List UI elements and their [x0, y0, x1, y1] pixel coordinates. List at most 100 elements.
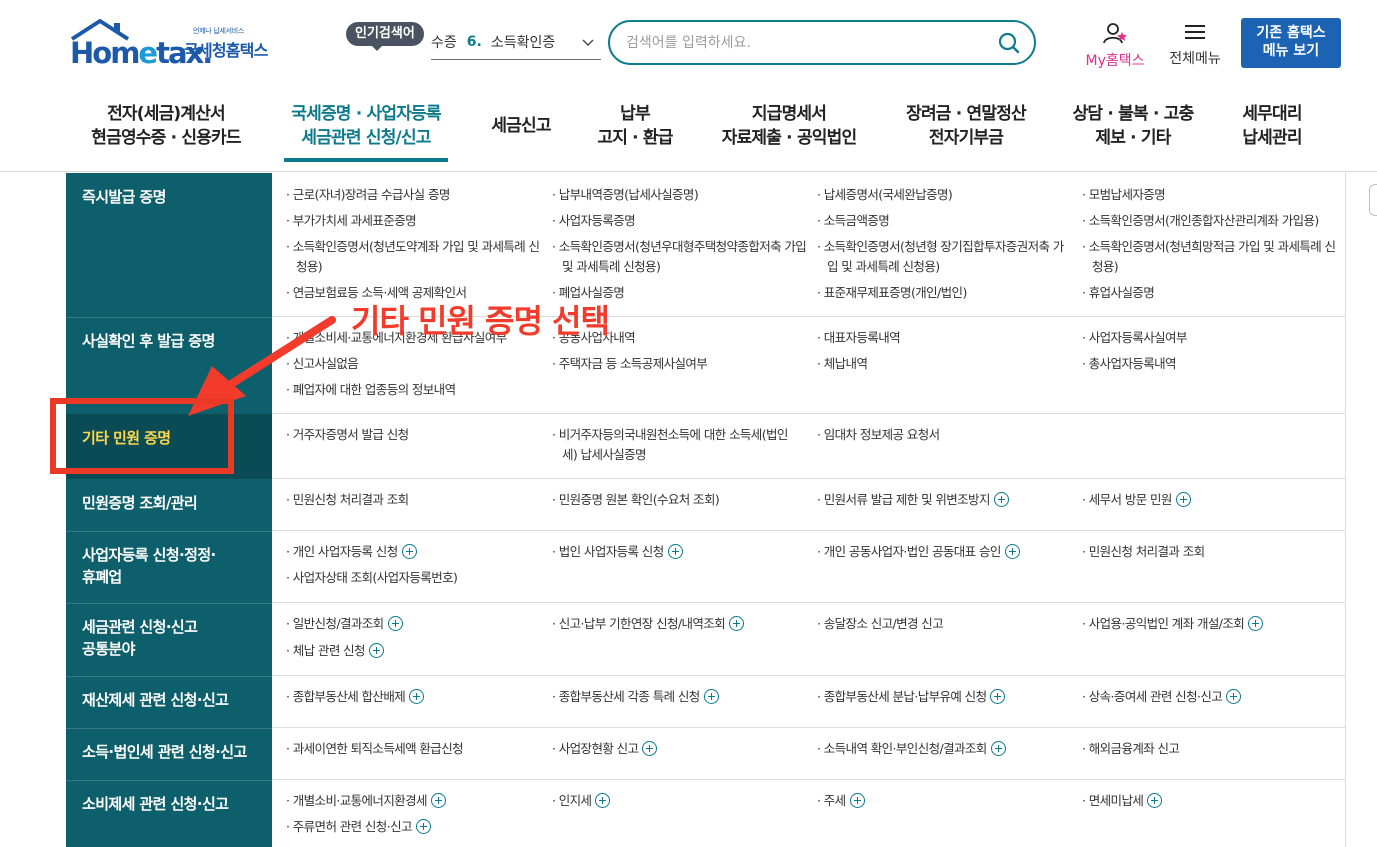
menu-link[interactable]: 민원증명 원본 확인(수요처 조회): [552, 490, 807, 510]
menu-link[interactable]: 소득확인증명서(청년형 장기집합투자증권저축 가입 및 과세특례 신청용): [817, 237, 1072, 277]
menu-link[interactable]: 거주자증명서 발급 신청: [286, 425, 541, 445]
expand-plus-icon[interactable]: [409, 689, 425, 704]
category-business-registration[interactable]: 사업자등록 신청·정정· 휴폐업: [66, 531, 272, 603]
menu-link[interactable]: 주류면허 관련 신청·신고: [286, 817, 541, 837]
menu-link[interactable]: 개별소비·교통에너지환경세: [286, 791, 541, 811]
expand-plus-icon[interactable]: [849, 793, 865, 808]
menu-link[interactable]: 종합부동산세 합산배제: [286, 687, 541, 707]
menu-link[interactable]: 면세미납세: [1082, 791, 1337, 811]
menu-link[interactable]: 신고·납부 기한연장 신청/내역조회: [552, 614, 812, 634]
category-civil-inquiry[interactable]: 민원증명 조회/관리: [66, 479, 272, 531]
menu-link[interactable]: 납세증명서(국세완납증명): [817, 185, 1072, 205]
menu-link[interactable]: 과세이연한 퇴직소득세액 환급신청: [286, 739, 541, 759]
menu-link[interactable]: 소득확인증명서(청년우대형주택청약종합저축 가입 및 과세특례 신청용): [552, 237, 807, 277]
menu-link[interactable]: 사업장현황 신고: [552, 739, 807, 759]
gnb-incentive-yearend[interactable]: 장려금 · 연말정산 전자기부금: [898, 102, 1034, 150]
expand-plus-icon[interactable]: [729, 616, 745, 631]
menu-link[interactable]: 소득확인증명서(청년도약계좌 가입 및 과세특례 신청용): [286, 237, 541, 277]
expand-plus-icon[interactable]: [368, 643, 384, 658]
menu-link[interactable]: 대표자등록내역: [817, 328, 1072, 348]
menu-link[interactable]: 총사업자등록내역: [1082, 354, 1337, 374]
expand-plus-icon[interactable]: [642, 741, 658, 756]
user-icon: [1103, 23, 1127, 44]
gnb-certificates[interactable]: 국세증명 · 사업자등록 세금관련 신청/신고: [284, 102, 448, 150]
menu-link[interactable]: 소득확인증명서(개인종합자산관리계좌 가입용): [1082, 211, 1344, 231]
category-income-corporate-tax[interactable]: 소득·법인세 관련 신청·신고: [66, 728, 272, 780]
expand-plus-icon[interactable]: [1175, 492, 1191, 507]
menu-link[interactable]: 사업자등록증명: [552, 211, 807, 231]
menu-link[interactable]: 종합부동산세 분납·납부유예 신청: [817, 687, 1079, 707]
menu-link[interactable]: 사업자상태 조회(사업자등록번호): [286, 568, 541, 588]
category-sidebar: 즉시발급 증명 사실확인 후 발급 증명 기타 민원 증명 민원증명 조회/관리…: [66, 173, 279, 847]
category-immediate-cert[interactable]: 즉시발급 증명: [66, 173, 272, 317]
expand-plus-icon[interactable]: [1147, 793, 1163, 808]
menu-link[interactable]: 사업자등록사실여부: [1082, 328, 1337, 348]
expand-plus-icon[interactable]: [430, 793, 446, 808]
menu-row: 개인 사업자등록 신청 법인 사업자등록 신청 개인 공동사업자·법인 공동대표…: [272, 531, 1345, 603]
expand-plus-icon[interactable]: [1226, 689, 1242, 704]
expand-plus-icon[interactable]: [667, 544, 683, 559]
menu-link[interactable]: 종합부동산세 각종 특례 신청: [552, 687, 807, 707]
menu-link[interactable]: 개인 사업자등록 신청: [286, 542, 541, 562]
search-icon[interactable]: [998, 32, 1020, 54]
menu-link[interactable]: 주택자금 등 소득공제사실여부: [552, 354, 807, 374]
menu-link[interactable]: 법인 사업자등록 신청: [552, 542, 807, 562]
all-menu-button[interactable]: 전체메뉴: [1162, 22, 1228, 68]
category-consumption-tax[interactable]: 소비제세 관련 신청·신고: [66, 780, 272, 847]
gnb-active-underline: [284, 158, 448, 162]
menu-link[interactable]: 해외금융계좌 신고: [1082, 739, 1337, 759]
menu-link[interactable]: 소득확인증명서(청년희망적금 가입 및 과세특례 신청용): [1082, 237, 1337, 277]
menu-link[interactable]: 상속·증여세 관련 신청·신고: [1082, 687, 1344, 707]
hometax-logo[interactable]: 언제나 납세서비스 Hometax. 국세청홈택스: [68, 18, 283, 70]
expand-plus-icon[interactable]: [1004, 544, 1020, 559]
menu-link[interactable]: 민원서류 발급 제한 및 위변조방지: [817, 490, 1079, 510]
popular-keyword-ticker[interactable]: 수증 6. 소득확인증: [431, 24, 601, 60]
menu-link[interactable]: 납부내역증명(납세사실증명): [552, 185, 807, 205]
side-panel-handle[interactable]: [1369, 184, 1377, 216]
menu-link[interactable]: 일반신청/결과조회: [286, 614, 541, 634]
menu-link[interactable]: 민원신청 처리결과 조회: [286, 490, 541, 510]
menu-link[interactable]: 소득내역 확인·부인신청/결과조회: [817, 739, 1079, 759]
menu-link[interactable]: 인지세: [552, 791, 807, 811]
category-tax-common[interactable]: 세금관련 신청·신고 공통분야: [66, 603, 272, 676]
menu-link[interactable]: 주세: [817, 791, 1072, 811]
menu-link[interactable]: 개인 공동사업자·법인 공동대표 승인: [817, 542, 1079, 562]
legacy-menu-button[interactable]: 기존 홈택스 메뉴 보기: [1241, 18, 1341, 68]
category-property-tax[interactable]: 재산제세 관련 신청·신고: [66, 676, 272, 728]
menu-link[interactable]: 모범납세자증명: [1082, 185, 1342, 205]
menu-link[interactable]: 사업용·공익법인 계좌 개설/조회: [1082, 614, 1344, 634]
expand-plus-icon[interactable]: [703, 689, 719, 704]
expand-plus-icon[interactable]: [401, 544, 417, 559]
gnb-tax-return[interactable]: 세금신고: [486, 114, 556, 138]
menu-link[interactable]: 근로(자녀)장려금 수급사실 증명: [286, 185, 541, 205]
popular-keyword-prev: 수증: [431, 34, 457, 51]
expand-plus-icon[interactable]: [595, 793, 611, 808]
search-box: [608, 20, 1036, 65]
menu-link[interactable]: 휴업사실증명: [1082, 283, 1337, 303]
search-input[interactable]: [626, 31, 986, 55]
all-menu-label: 전체메뉴: [1169, 51, 1221, 67]
expand-plus-icon[interactable]: [990, 741, 1006, 756]
gnb-payment-statement[interactable]: 지급명세서 자료제출 · 공익법인: [716, 102, 862, 150]
gnb-tax-agent[interactable]: 세무대리 납세관리: [1232, 102, 1312, 150]
menu-link[interactable]: 표준재무제표증명(개인/법인): [817, 283, 1072, 303]
menu-link[interactable]: 체납 관련 신청: [286, 641, 541, 661]
expand-plus-icon[interactable]: [415, 819, 431, 834]
gnb-counsel[interactable]: 상담 · 불복 · 고충 제보 · 기타: [1068, 102, 1198, 150]
gnb-payment[interactable]: 납부 고지 · 환급: [592, 102, 678, 150]
menu-link[interactable]: 부가가치세 과세표준증명: [286, 211, 541, 231]
menu-link[interactable]: 민원신청 처리결과 조회: [1082, 542, 1337, 562]
my-hometax-link[interactable]: My홈택스: [1078, 22, 1152, 70]
menu-link[interactable]: 비거주자등의국내원천소득에 대한 소득세(법인세) 납세사실증명: [552, 425, 800, 465]
chevron-down-icon[interactable]: [581, 35, 595, 49]
expand-plus-icon[interactable]: [993, 492, 1009, 507]
menu-link[interactable]: 소득금액증명: [817, 211, 1072, 231]
expand-plus-icon[interactable]: [990, 689, 1006, 704]
expand-plus-icon[interactable]: [387, 616, 403, 631]
gnb-e-invoice[interactable]: 전자(세금)계산서 현금영수증 · 신용카드: [88, 102, 244, 150]
menu-link[interactable]: 임대차 정보제공 요청서: [817, 425, 1072, 445]
menu-link[interactable]: 송달장소 신고/변경 신고: [817, 614, 1072, 634]
menu-link[interactable]: 세무서 방문 민원: [1082, 490, 1337, 510]
menu-link[interactable]: 체납내역: [817, 354, 1072, 374]
expand-plus-icon[interactable]: [1248, 616, 1264, 631]
